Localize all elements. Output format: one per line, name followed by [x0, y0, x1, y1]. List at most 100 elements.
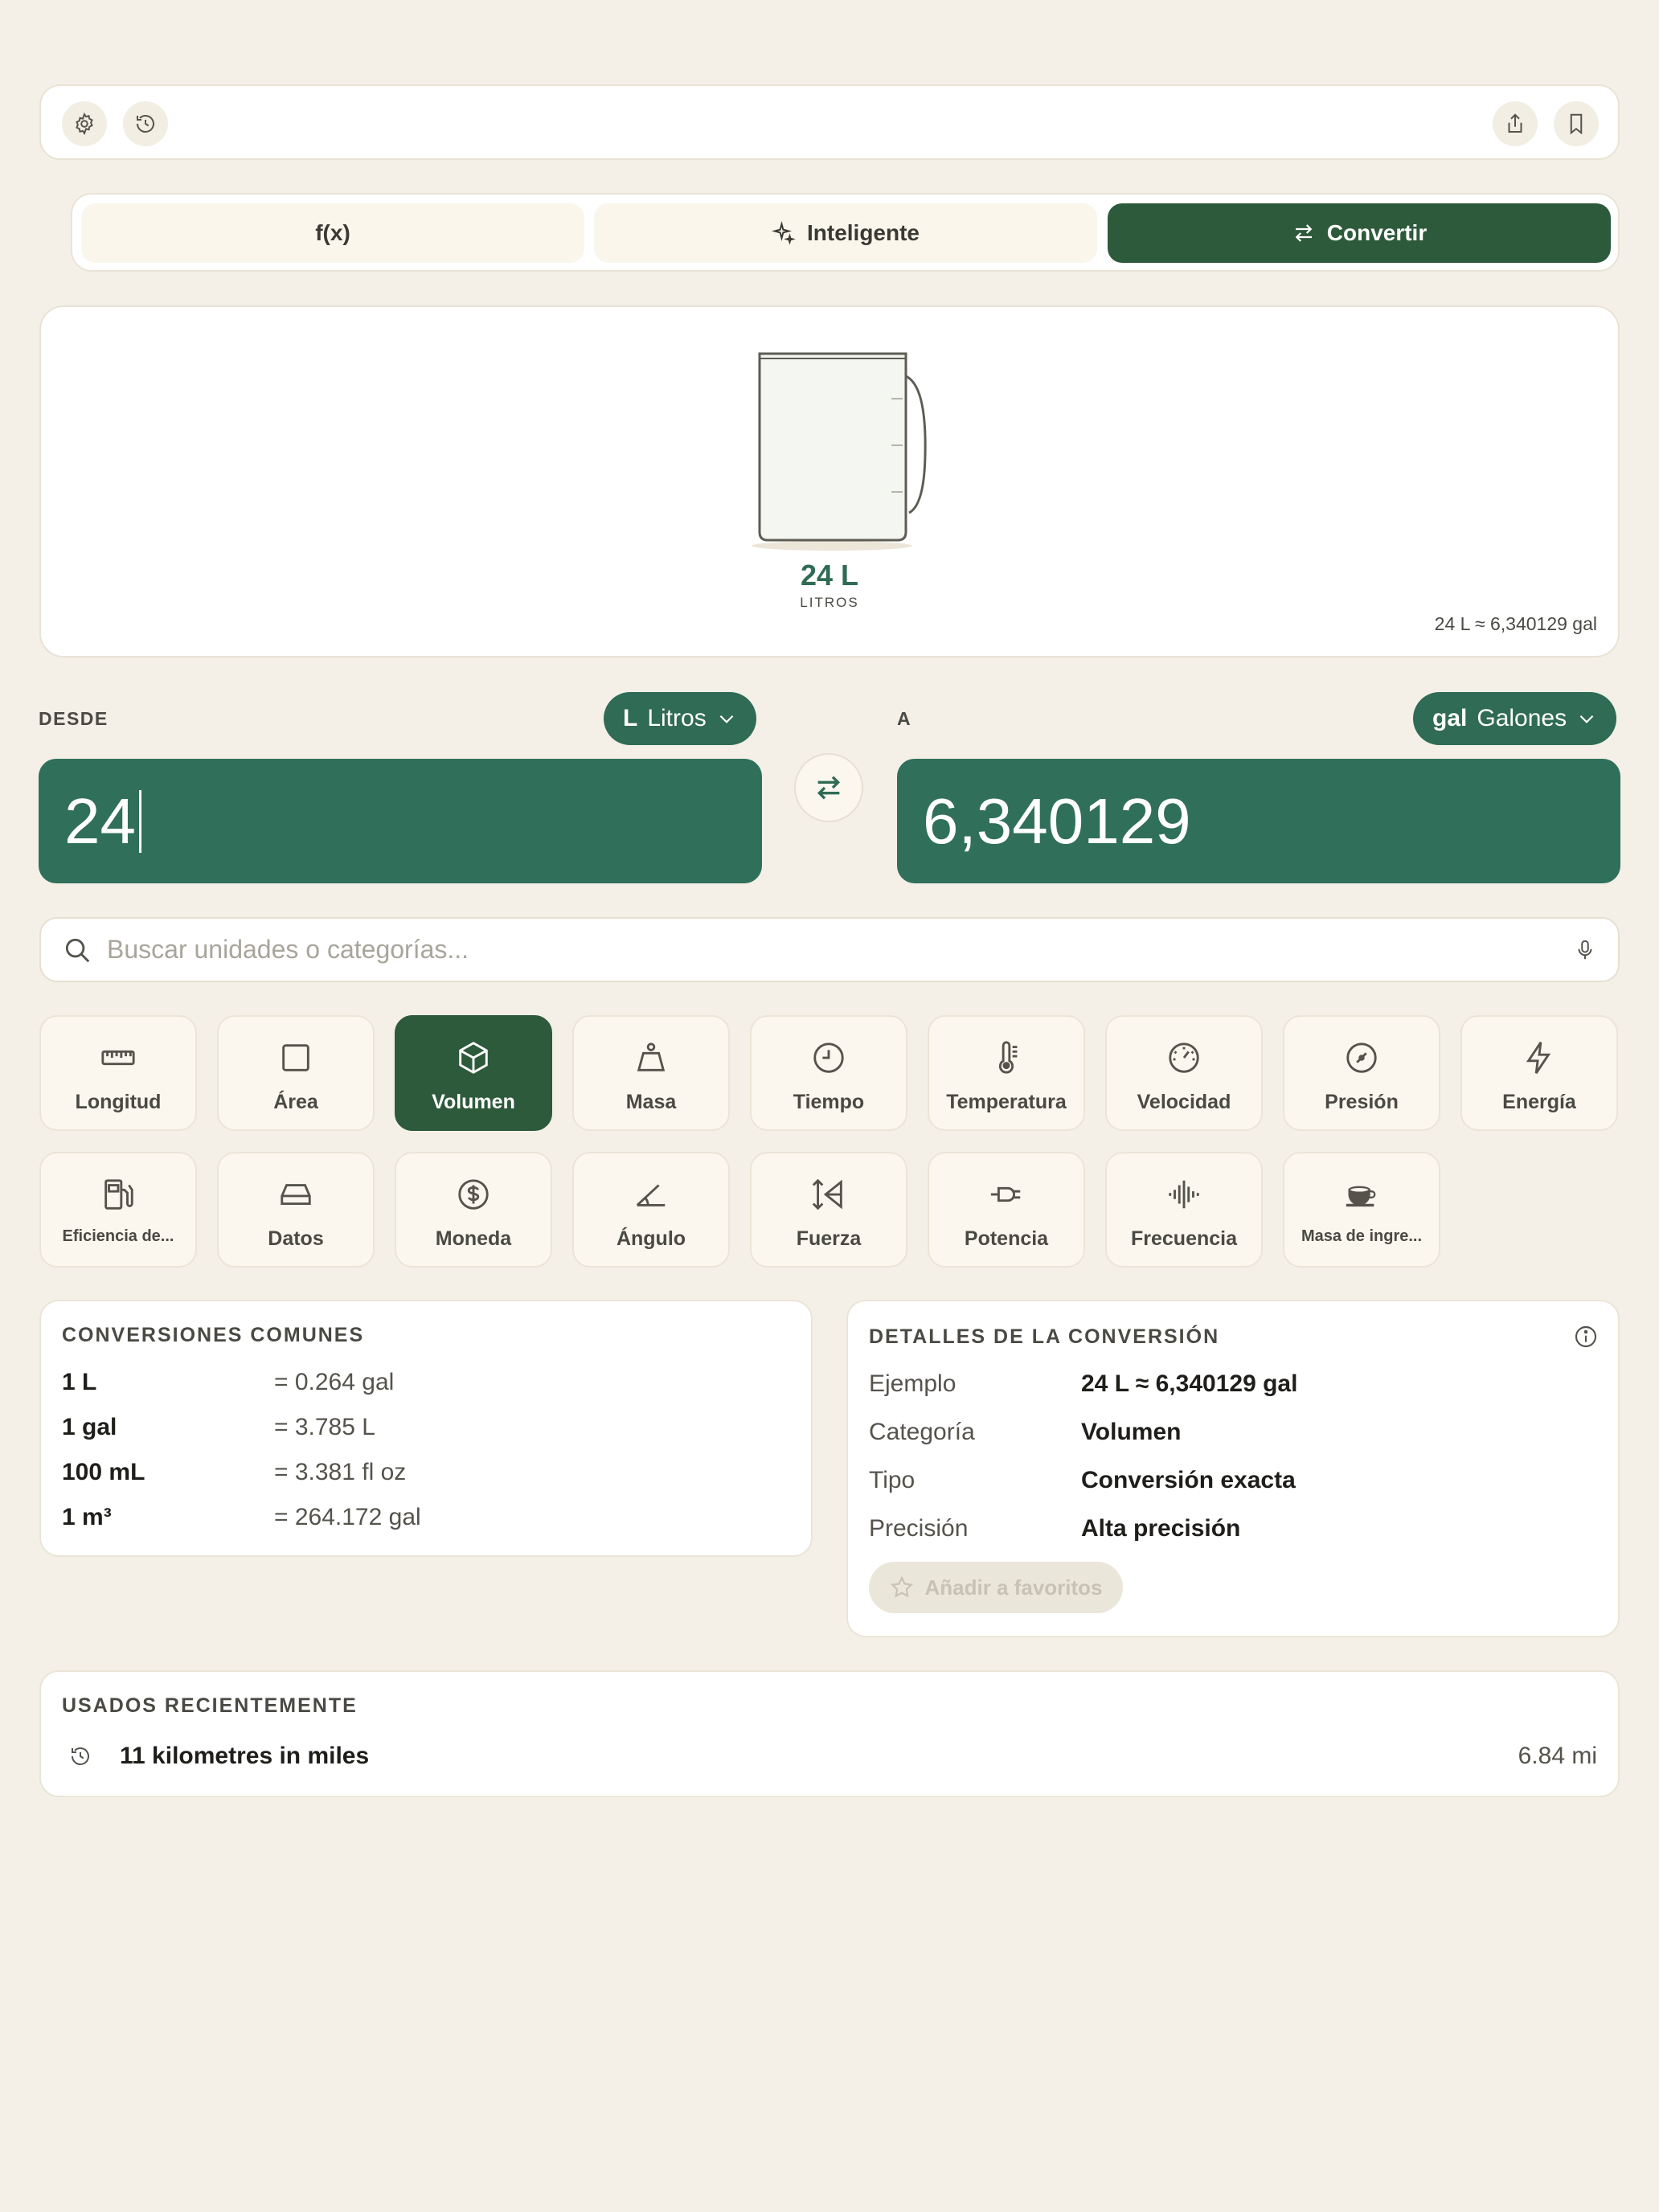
category-label: Volumen — [432, 1091, 515, 1113]
gauge-icon — [1346, 1043, 1377, 1073]
dollar-icon — [458, 1179, 489, 1210]
mode-tabs: f(x) Inteligente Convertir — [71, 193, 1620, 272]
from-value-input[interactable]: 24 — [39, 759, 762, 883]
sparkle-icon — [771, 221, 796, 245]
category-volumen[interactable]: Volumen — [395, 1015, 552, 1131]
category-masa-ingredientes[interactable]: Masa de ingre... — [1283, 1152, 1440, 1268]
category-temperatura[interactable]: Temperatura — [928, 1015, 1085, 1131]
speedometer-icon — [1169, 1043, 1199, 1073]
category-fuerza[interactable]: Fuerza — [750, 1152, 907, 1268]
gear-icon — [76, 112, 93, 136]
text-caret — [138, 789, 141, 853]
from-label: DESDE — [39, 708, 109, 729]
visual-value: 24 L — [800, 559, 859, 592]
common-row-key: 1 L — [62, 1369, 97, 1395]
category-label: Eficiencia de... — [62, 1227, 174, 1245]
fuel-pump-icon — [104, 1179, 133, 1210]
tab-inteligente[interactable]: Inteligente — [594, 203, 1097, 263]
swap-icon — [1295, 224, 1313, 242]
details-value: Volumen — [1081, 1419, 1182, 1445]
to-label: A — [897, 708, 912, 729]
details-key: Tipo — [869, 1467, 916, 1493]
bolt-icon — [1526, 1042, 1551, 1074]
tab-inteligente-label: Inteligente — [806, 220, 920, 245]
microphone-icon[interactable] — [1573, 938, 1597, 962]
category-label: Presión — [1325, 1091, 1399, 1113]
recently-used-card: USADOS RECIENTEMENTE 11 kilometres in mi… — [39, 1670, 1620, 1797]
category-label: Masa — [625, 1091, 677, 1113]
recent-item-result: 6.84 mi — [1518, 1743, 1597, 1769]
settings-button[interactable] — [62, 101, 107, 146]
to-value-output[interactable]: 6,340129 — [897, 759, 1620, 883]
category-presion[interactable]: Presión — [1283, 1015, 1440, 1131]
details-value: Conversión exacta — [1081, 1467, 1296, 1493]
recently-used-title: USADOS RECIENTEMENTE — [62, 1694, 358, 1717]
drive-icon — [281, 1184, 311, 1205]
category-longitud[interactable]: Longitud — [39, 1015, 197, 1131]
category-label: Masa de ingre... — [1301, 1227, 1423, 1245]
category-energia[interactable]: Energía — [1460, 1015, 1618, 1131]
common-conversions-title: CONVERSIONES COMUNES — [62, 1324, 365, 1346]
force-icon — [812, 1178, 842, 1210]
category-moneda[interactable]: Moneda — [395, 1152, 552, 1268]
category-velocidad[interactable]: Velocidad — [1105, 1015, 1263, 1131]
from-unit-selector[interactable]: L Litros — [604, 692, 756, 745]
swap-arrows-icon — [817, 776, 841, 800]
conversion-details-card: DETALLES DE LA CONVERSIÓN Ejemplo 24 L ≈… — [846, 1300, 1620, 1637]
category-masa[interactable]: Masa — [572, 1015, 730, 1131]
top-toolbar — [39, 84, 1620, 160]
swap-units-button[interactable] — [794, 753, 863, 822]
details-key: Precisión — [869, 1515, 969, 1542]
search-input[interactable] — [107, 935, 1559, 965]
conversion-visual-card: 24 L LITROS 24 L ≈ 6,340129 gal — [39, 305, 1620, 657]
common-row-key: 1 gal — [62, 1414, 117, 1440]
from-unit-symbol: L — [623, 705, 638, 731]
tab-fx[interactable]: f(x) — [81, 203, 584, 263]
tab-convertir-label: Convertir — [1326, 220, 1428, 245]
info-icon[interactable] — [1573, 1324, 1599, 1350]
angle-icon — [636, 1184, 666, 1206]
recent-item-query: 11 kilometres in miles — [120, 1743, 370, 1769]
category-area[interactable]: Área — [217, 1015, 375, 1131]
category-label: Energía — [1502, 1091, 1576, 1113]
to-unit-name: Galones — [1477, 705, 1567, 731]
from-value: 24 — [64, 784, 136, 857]
share-button[interactable] — [1493, 101, 1538, 146]
star-icon — [891, 1575, 914, 1598]
category-label: Datos — [268, 1227, 324, 1250]
visual-unit-label: LITROS — [800, 595, 859, 610]
common-row-value: = 264.172 gal — [274, 1504, 421, 1530]
details-key: Ejemplo — [869, 1370, 956, 1397]
from-unit-name: Litros — [647, 705, 707, 731]
category-datos[interactable]: Datos — [217, 1152, 375, 1268]
to-unit-selector[interactable]: gal Galones — [1413, 692, 1617, 745]
share-icon — [1508, 113, 1522, 133]
category-potencia[interactable]: Potencia — [928, 1152, 1085, 1268]
waveform-icon — [1169, 1180, 1199, 1209]
ruler-icon — [101, 1050, 135, 1066]
square-icon — [282, 1044, 309, 1071]
category-label: Frecuencia — [1130, 1227, 1237, 1250]
category-frecuencia[interactable]: Frecuencia — [1105, 1152, 1263, 1268]
category-angulo[interactable]: Ángulo — [572, 1152, 730, 1268]
recent-item[interactable]: 11 kilometres in miles 6.84 mi — [41, 1731, 1618, 1784]
bookmark-icon — [1570, 113, 1583, 135]
category-tiempo[interactable]: Tiempo — [750, 1015, 907, 1131]
category-label: Tiempo — [793, 1091, 865, 1113]
details-value: Alta precisión — [1081, 1515, 1241, 1542]
search-bar — [39, 917, 1620, 982]
search-icon — [65, 938, 90, 962]
details-value: 24 L ≈ 6,340129 gal — [1081, 1370, 1298, 1397]
history-icon — [137, 115, 154, 133]
conversion-details-title: DETALLES DE LA CONVERSIÓN — [869, 1325, 1220, 1348]
category-label: Ángulo — [616, 1227, 686, 1250]
chevron-down-icon — [1579, 715, 1594, 723]
category-eficiencia[interactable]: Eficiencia de... — [39, 1152, 197, 1268]
chevron-down-icon — [719, 715, 734, 723]
clock-icon — [813, 1043, 844, 1073]
history-button[interactable] — [123, 101, 168, 146]
bookmark-button[interactable] — [1554, 101, 1599, 146]
category-label: Temperatura — [946, 1091, 1067, 1113]
add-favorite-button[interactable]: Añadir a favoritos — [869, 1562, 1123, 1613]
tab-convertir[interactable]: Convertir — [1108, 203, 1611, 263]
